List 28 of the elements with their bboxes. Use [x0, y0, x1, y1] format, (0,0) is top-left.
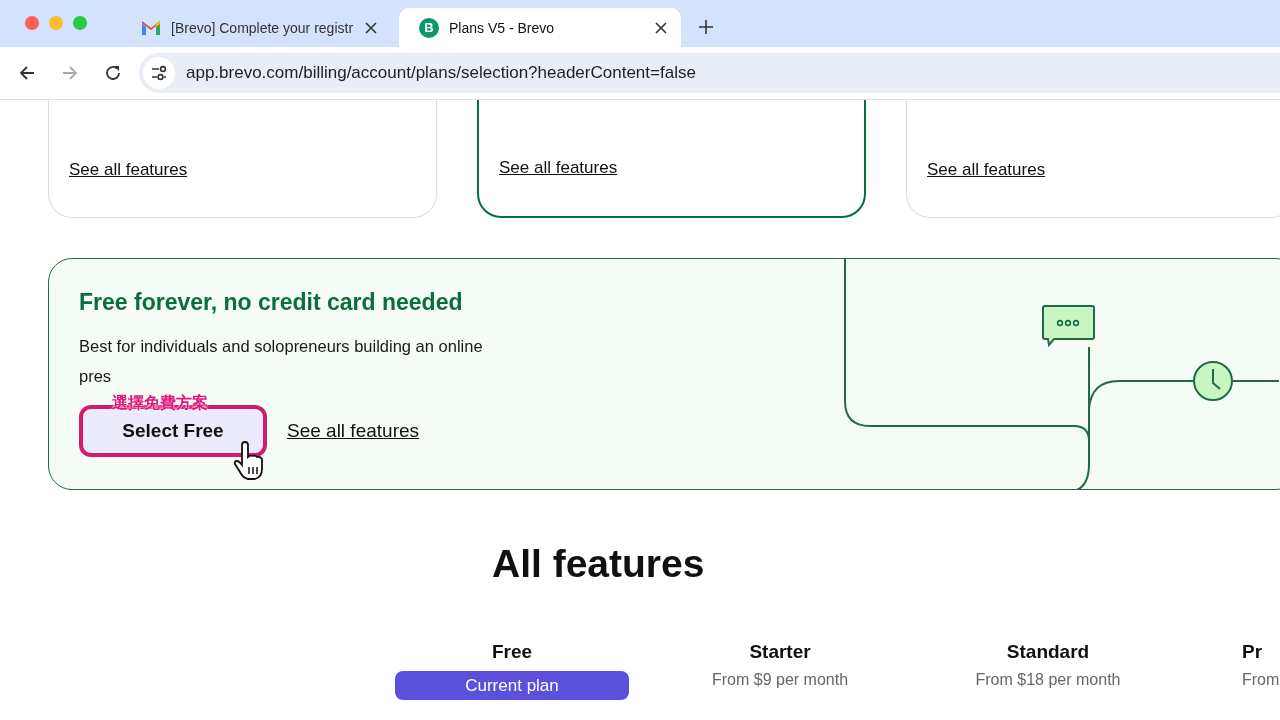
brevo-logo-icon: B [419, 17, 439, 38]
address-bar[interactable]: app.brevo.com/billing/account/plans/selection?headerContent=false [139, 53, 1280, 93]
browser-tab[interactable]: B Plans V5 - Brevo [399, 8, 681, 47]
plan-name: Free [491, 641, 533, 663]
reload-icon[interactable] [104, 64, 122, 82]
plan-price: From $18 per month [975, 671, 1121, 689]
section-heading: All features [491, 542, 706, 586]
plan-name: Starter [749, 641, 811, 663]
plan-name: Standard [1006, 641, 1090, 663]
current-plan-badge: Current plan [395, 671, 629, 700]
plan-name: Pr [1242, 641, 1263, 663]
banner-description: Best for individuals and solopreneurs building an online pres [79, 336, 484, 387]
plan-price: From [1242, 671, 1280, 689]
site-settings-icon[interactable] [143, 57, 175, 89]
see-all-features-link[interactable]: See all features [69, 160, 188, 179]
see-all-features-link[interactable]: See all features [499, 158, 618, 177]
banner-title: Free forever, no credit card needed [79, 289, 464, 316]
close-tab-icon[interactable] [365, 21, 377, 34]
tab-title: Plans V5 - Brevo [449, 19, 556, 36]
plan-price: From $9 per month [711, 671, 849, 689]
back-icon[interactable] [18, 64, 36, 82]
new-tab-icon[interactable] [699, 20, 713, 34]
close-tab-icon[interactable] [655, 21, 667, 34]
tab-title: [Brevo] Complete your registr [171, 19, 355, 36]
mail-icon [141, 19, 161, 36]
see-all-features-link[interactable]: See all features [287, 420, 420, 442]
see-all-features-link[interactable]: See all features [927, 160, 1046, 179]
browser-tab[interactable]: [Brevo] Complete your registr [121, 8, 391, 47]
